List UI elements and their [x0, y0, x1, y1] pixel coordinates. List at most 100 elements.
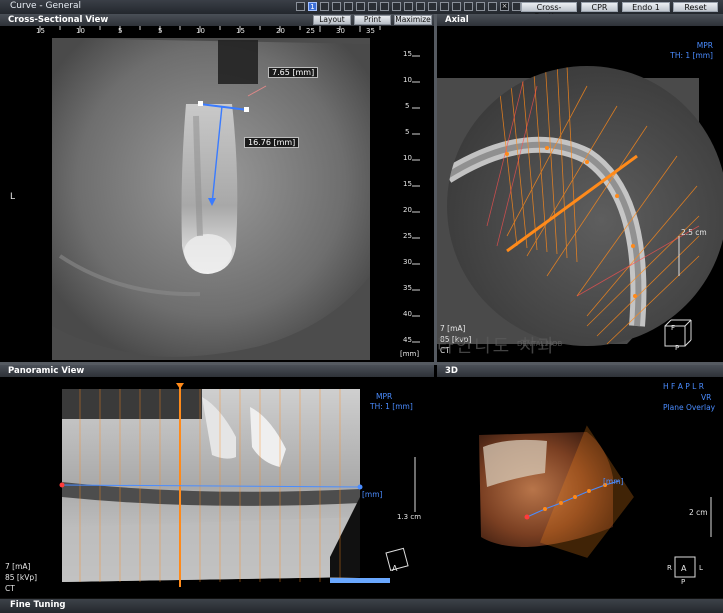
panoramic-info-thickness: TH: 1 [mm] [370, 402, 413, 411]
three-d-orient-center: A [681, 564, 687, 573]
fine-tuning-bar[interactable]: Fine Tuning [0, 598, 723, 613]
axial-panel[interactable]: Axial MPR TH: 1 [mm] 2.5 cm 7 [mA] 85 [k… [437, 14, 723, 362]
side-label: L [10, 192, 16, 202]
watermark-english: DENTAL.HOB [517, 340, 563, 348]
top-ruler-label: 30 [336, 27, 345, 35]
top-ruler-label: 10 [76, 27, 85, 35]
axial-scale-label: 2.5 cm [681, 228, 707, 237]
panoramic-title: Panoramic View [8, 366, 85, 376]
top-ruler-label: 25 [306, 27, 315, 35]
curve-end-point[interactable] [357, 484, 363, 490]
axial-info-mpr: MPR [696, 41, 713, 50]
axial-image[interactable] [437, 26, 723, 362]
axial-orient-bottom: P [675, 344, 680, 352]
root-canal [193, 115, 203, 237]
toolbar-slot-button[interactable] [344, 2, 353, 11]
toolbar-slot-button[interactable] [488, 2, 497, 11]
axial-info-thickness: TH: 1 [mm] [670, 51, 713, 60]
panoramic-panel[interactable]: Panoramic View MPR TH: 1 [mm] [mm] 1.3 c… [0, 365, 434, 598]
right-ruler-label: 35 [403, 284, 412, 292]
three-d-scale-label: 2 cm [689, 508, 708, 517]
toolbar-slot-button[interactable] [332, 2, 341, 11]
top-ruler-label: 10 [196, 27, 205, 35]
three-d-measure-label: [mm] [603, 477, 624, 486]
print-button[interactable]: Print [354, 15, 391, 25]
toolbar-slot-button[interactable] [356, 2, 365, 11]
right-ruler [396, 38, 434, 362]
width-measure-handle[interactable] [244, 107, 249, 112]
panoramic-info-ma: 7 [mA] [5, 562, 31, 571]
panoramic-orient-label: A [392, 564, 398, 573]
toolbar-slot-button[interactable] [512, 2, 521, 11]
panoramic-scale-label: 1.3 cm [397, 513, 422, 521]
toolbar-slot-button[interactable] [392, 2, 401, 11]
three-d-panel[interactable]: 3D H F A P L R VR Plane Overlay [mm] 2 c… [437, 365, 723, 598]
right-ruler-label: 45 [403, 336, 412, 344]
axial-title: Axial [445, 15, 469, 25]
panoramic-active-marker [176, 383, 184, 389]
three-d-orient-bottom: P [681, 578, 686, 586]
toolbar-slot-button[interactable] [380, 2, 389, 11]
cross-section-title: Cross-Sectional View [8, 15, 109, 25]
title-bar: Curve - General 1 × Cross-Section CPR En… [0, 0, 723, 21]
curve-start-point[interactable] [59, 482, 65, 488]
three-d-title: 3D [445, 366, 458, 376]
cross-section-image[interactable] [0, 26, 434, 362]
measure-width-label[interactable]: 7.65 [mm] [268, 67, 319, 78]
right-ruler-label: 15 [403, 50, 412, 58]
right-ruler-label: 25 [403, 232, 412, 240]
top-ruler-label: 5 [118, 27, 123, 35]
three-d-info-vr: VR [701, 393, 712, 402]
panoramic-info-kvp: 85 [kVp] [5, 573, 38, 582]
toolbar-slot-button[interactable] [368, 2, 377, 11]
top-ruler-label: 20 [276, 27, 285, 35]
toolbar-prev-button[interactable] [296, 2, 305, 11]
top-ruler-label: 35 [366, 27, 375, 35]
toolbar-index-button[interactable]: 1 [308, 2, 317, 11]
toolbar-slot-button[interactable] [404, 2, 413, 11]
axial-circle [447, 66, 723, 346]
endo-mode-button[interactable]: Endo 1 [622, 2, 670, 12]
toolbar-slot-button[interactable] [428, 2, 437, 11]
right-ruler-label: 5 [405, 102, 410, 110]
three-d-info-plane-overlay: Plane Overlay [663, 403, 716, 412]
top-ruler-label: 15 [236, 27, 245, 35]
cortical-bone [62, 517, 360, 582]
unit-label: [mm] [400, 350, 420, 358]
panoramic-slider[interactable] [330, 578, 390, 583]
fine-tuning-label: Fine Tuning [10, 600, 66, 610]
measure-height-label[interactable]: 16.76 [mm] [244, 137, 300, 148]
toolbar-slot-button[interactable] [440, 2, 449, 11]
toolbar-slot-button[interactable] [476, 2, 485, 11]
toolbar-slot-button[interactable] [452, 2, 461, 11]
reset-button[interactable]: Reset [673, 2, 718, 12]
toolbar-slot-button[interactable] [464, 2, 473, 11]
close-icon[interactable]: × [500, 2, 509, 11]
axial-header: Axial [437, 14, 723, 26]
cross-section-mode-button[interactable]: Cross-Section [521, 2, 577, 21]
tooth-apex [184, 234, 232, 270]
right-ruler-label: 15 [403, 180, 412, 188]
maximize-button[interactable]: Maximize [394, 15, 432, 25]
toolbar-slot-button[interactable] [416, 2, 425, 11]
panoramic-info-mpr: MPR [376, 392, 393, 401]
panoramic-image[interactable] [0, 377, 434, 598]
panoramic-info-ct: CT [5, 584, 15, 593]
layout-button[interactable]: Layout [313, 15, 351, 25]
right-ruler-label: 10 [403, 154, 412, 162]
toolbar-slot-button[interactable] [320, 2, 329, 11]
width-measure-handle[interactable] [198, 101, 203, 106]
cpr-mode-button[interactable]: CPR [581, 2, 618, 12]
three-d-orient-left: R [667, 564, 672, 572]
top-ruler-label: 5 [158, 27, 163, 35]
three-d-start-point[interactable] [524, 514, 530, 520]
right-ruler-label: 30 [403, 258, 412, 266]
cross-section-panel[interactable]: Cross-Sectional View Layout Print Maximi… [0, 14, 434, 362]
right-ruler-label: 10 [403, 76, 412, 84]
three-d-info-orientations: H F A P L R [663, 382, 704, 391]
top-ruler-label: 15 [36, 27, 45, 35]
panoramic-unit-label: [mm] [362, 490, 383, 499]
right-ruler-label: 20 [403, 206, 412, 214]
axial-orient-top: F [671, 324, 676, 332]
right-ruler-label: 40 [403, 310, 412, 318]
